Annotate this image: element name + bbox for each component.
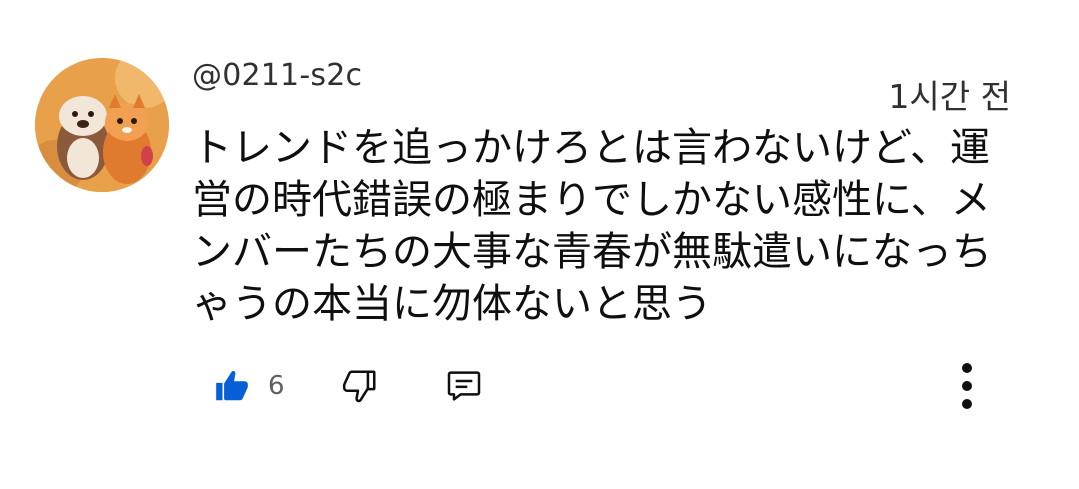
comment-icon bbox=[447, 371, 481, 401]
avatar[interactable] bbox=[35, 58, 169, 192]
dislike-button[interactable] bbox=[340, 360, 380, 412]
comment-text: トレンドを追っかけろとは言わないけど、運営の時代錯誤の極まりでしかない感性に、メ… bbox=[192, 125, 992, 327]
avatar-image bbox=[35, 58, 169, 192]
comment-author-handle[interactable]: @0211-s2c bbox=[192, 58, 362, 93]
more-options-button[interactable] bbox=[947, 360, 987, 412]
like-button[interactable]: 6 bbox=[212, 360, 285, 412]
thumbs-down-icon bbox=[342, 370, 376, 403]
thumbs-up-icon bbox=[212, 360, 252, 412]
like-count: 6 bbox=[268, 371, 285, 401]
more-vertical-icon bbox=[962, 363, 972, 409]
comment-actions: 6 bbox=[212, 360, 1002, 412]
comment-timestamp: 1시간 전 bbox=[888, 77, 1011, 116]
reply-button[interactable] bbox=[444, 360, 484, 412]
